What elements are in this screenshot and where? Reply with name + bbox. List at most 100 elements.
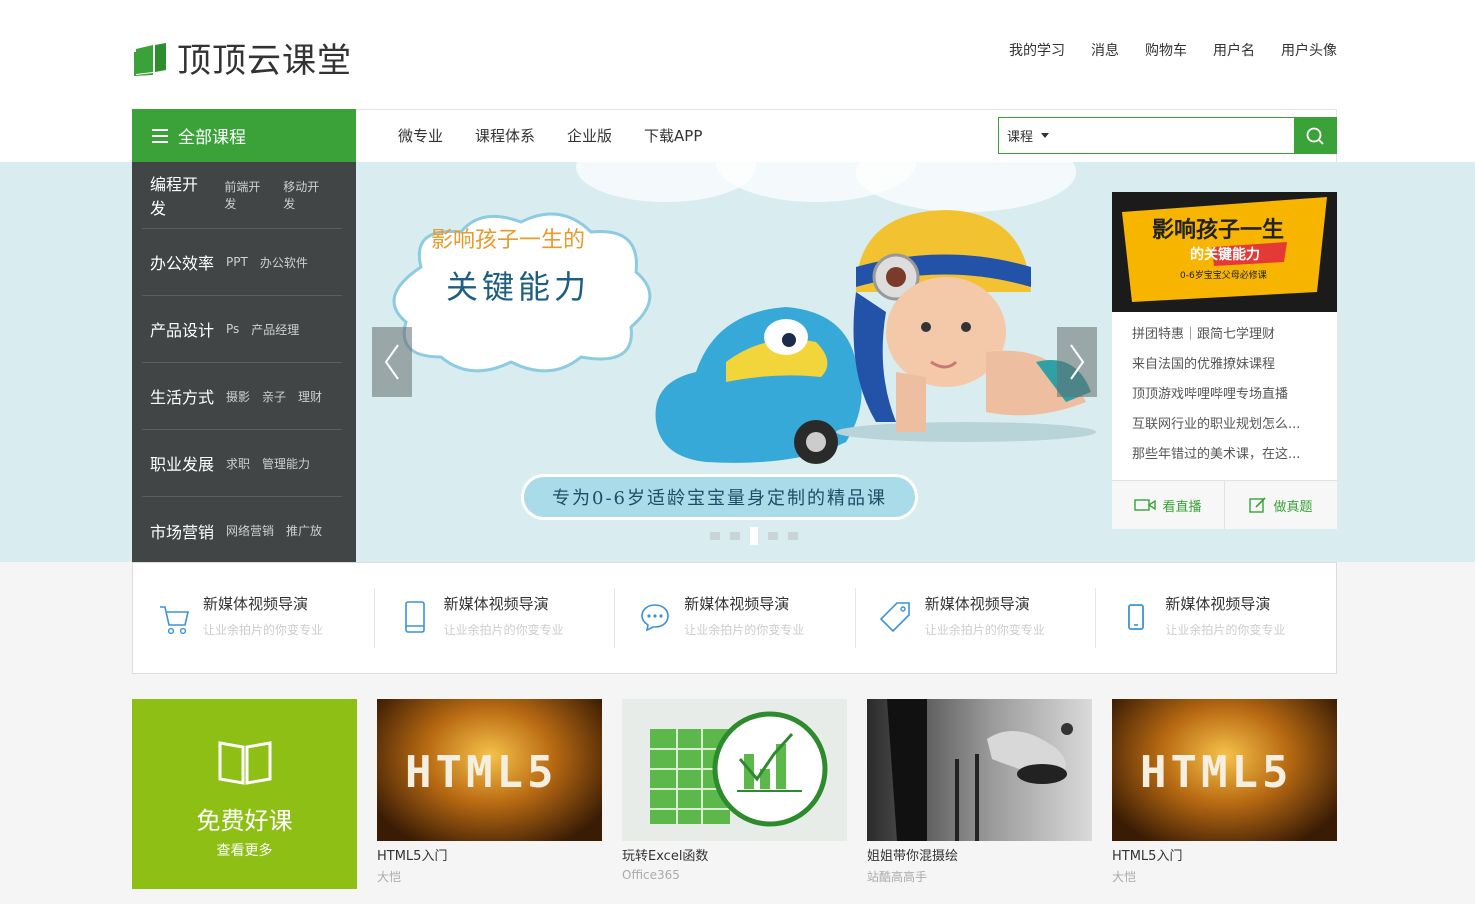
category-menu: 编程开发 前端开发 移动开发 办公效率 PPT 办公软件 产品设计 Ps 产品经… <box>132 162 356 562</box>
category-title: 市场营销 <box>150 522 215 542</box>
messages-link[interactable]: 消息 <box>1091 40 1119 60</box>
feature-desc: 让业余拍片的你变专业 <box>443 623 564 637</box>
subcategory-link[interactable]: 管理能力 <box>262 455 310 472</box>
edit-icon <box>1249 497 1267 513</box>
my-learning-link[interactable]: 我的学习 <box>1009 40 1065 60</box>
nav-course-system[interactable]: 课程体系 <box>475 125 535 146</box>
promo-link[interactable]: 那些年错过的美术课，在这... <box>1132 440 1317 470</box>
subcategory-link[interactable]: 移动开发 <box>283 178 330 212</box>
course-title: HTML5入门 <box>1112 849 1183 864</box>
category-title: 职业发展 <box>150 455 215 474</box>
subcategory-link[interactable]: Ps <box>226 322 239 336</box>
course-card[interactable]: HTML5 HTML5入门 大恺 <box>377 699 602 899</box>
hero-section: 编程开发 前端开发 移动开发 办公效率 PPT 办公软件 产品设计 Ps 产品经… <box>0 162 1475 562</box>
nav-enterprise[interactable]: 企业版 <box>567 125 612 146</box>
promo-actions: 看直播 做真题 <box>1112 480 1337 529</box>
nav-micro-major[interactable]: 微专业 <box>398 125 443 146</box>
all-courses-button[interactable]: 全部课程 <box>132 109 356 162</box>
main-navigation-bar: 全部课程 微专业 课程体系 企业版 下载APP 课程 <box>0 109 1475 162</box>
carousel-dot[interactable] <box>710 532 720 540</box>
course-card[interactable]: 玩转Excel函数 Office365 <box>622 699 847 899</box>
username-link[interactable]: 用户名 <box>1213 40 1255 60</box>
feature-title: 新媒体视频导演 <box>203 595 309 613</box>
course-author: 大恺 <box>1112 870 1137 884</box>
user-nav: 我的学习 消息 购物车 用户名 用户头像 <box>1009 40 1337 60</box>
promo-link[interactable]: 互联网行业的职业规划怎么... <box>1132 410 1317 440</box>
subcategory-link[interactable]: 产品经理 <box>251 321 299 338</box>
feature-item[interactable]: 新媒体视频导演 让业余拍片的你变专业 <box>854 563 1096 673</box>
subcategory-link[interactable]: 理财 <box>298 388 322 405</box>
carousel-dot[interactable] <box>730 532 740 540</box>
category-career[interactable]: 职业发展 求职 管理能力 <box>142 430 342 497</box>
feature-desc: 让业余拍片的你变专业 <box>1165 623 1286 637</box>
video-camera-icon <box>1134 499 1157 511</box>
subcategory-link[interactable]: 前端开发 <box>224 178 271 212</box>
carousel-indicators <box>710 527 798 545</box>
carousel-dot[interactable] <box>788 532 798 540</box>
primary-nav: 微专业 课程体系 企业版 下载APP <box>398 109 702 162</box>
feature-title: 新媒体视频导演 <box>443 595 549 613</box>
subcategory-link[interactable]: 办公软件 <box>260 254 308 271</box>
subcategory-link[interactable]: 推广放 <box>286 522 322 539</box>
subcategory-link[interactable]: 摄影 <box>226 388 250 405</box>
cart-link[interactable]: 购物车 <box>1145 40 1187 60</box>
feature-item[interactable]: 新媒体视频导演 让业余拍片的你变专业 <box>133 563 374 673</box>
subcategory-link[interactable]: 求职 <box>226 455 250 472</box>
cart-icon <box>160 606 190 635</box>
thumbnail-text: HTML5 <box>405 747 558 798</box>
carousel-prev-button[interactable] <box>372 327 412 397</box>
course-card[interactable]: HTML5 HTML5入门 大恺 <box>1112 699 1337 899</box>
promo-panel: 影响孩子一生 的关键能力 0-6岁宝宝父母必修课 拼团特惠｜跟简七学理财 来自法… <box>1112 192 1337 529</box>
promo-link[interactable]: 顶顶游戏哔哩哔哩专场直播 <box>1132 380 1317 410</box>
feature-item[interactable]: 新媒体视频导演 让业余拍片的你变专业 <box>373 563 615 673</box>
category-title: 编程开发 <box>150 175 199 218</box>
menu-icon <box>152 128 168 143</box>
promo-link[interactable]: 来自法国的优雅撩妹课程 <box>1132 350 1317 380</box>
category-lifestyle[interactable]: 生活方式 摄影 亲子 理财 <box>142 363 342 430</box>
avatar-link[interactable]: 用户头像 <box>1281 40 1337 60</box>
banner-headline-2: 关键能力 <box>446 268 591 306</box>
course-title: 姐姐带你混摄绘 <box>867 849 959 864</box>
carousel-next-button[interactable] <box>1057 327 1097 397</box>
course-card[interactable]: 姐姐带你混摄绘 站酷高高手 <box>867 699 1092 899</box>
site-logo[interactable]: 顶顶云课堂 <box>133 33 352 82</box>
carousel-dot-active[interactable] <box>750 527 758 545</box>
search-type-label: 课程 <box>1007 130 1034 145</box>
category-title: 产品设计 <box>150 321 215 340</box>
category-programming[interactable]: 编程开发 前端开发 移动开发 <box>142 162 342 229</box>
promo-image[interactable]: 影响孩子一生 的关键能力 0-6岁宝宝父母必修课 <box>1112 192 1337 312</box>
search-input[interactable] <box>1069 118 1294 153</box>
practice-quiz-button[interactable]: 做真题 <box>1225 481 1337 529</box>
category-title: 生活方式 <box>150 388 215 407</box>
carousel-banner[interactable]: 影响孩子一生的 关键能力 专为0-6岁适龄宝宝量身定制的精品课 <box>356 162 1112 562</box>
photography-image <box>887 699 1073 841</box>
promo-link[interactable]: 拼团特惠｜跟简七学理财 <box>1132 320 1317 350</box>
thumbnail-text: HTML5 <box>1140 747 1293 798</box>
feature-title: 新媒体视频导演 <box>684 595 790 613</box>
all-courses-label: 全部课程 <box>178 128 246 148</box>
category-office[interactable]: 办公效率 PPT 办公软件 <box>142 229 342 296</box>
watch-live-button[interactable]: 看直播 <box>1112 481 1225 529</box>
feature-item[interactable]: 新媒体视频导演 让业余拍片的你变专业 <box>1095 563 1336 673</box>
feature-desc: 让业余拍片的你变专业 <box>684 623 805 637</box>
search-button[interactable] <box>1294 118 1336 153</box>
carousel-dot[interactable] <box>768 532 778 540</box>
feature-item[interactable]: 新媒体视频导演 让业余拍片的你变专业 <box>614 563 855 673</box>
category-marketing[interactable]: 市场营销 网络营销 推广放 <box>142 497 342 562</box>
search-type-select[interactable]: 课程 <box>999 118 1069 153</box>
free-courses-tile[interactable]: 免费好课 查看更多 <box>132 699 357 889</box>
open-book-icon <box>218 741 271 785</box>
top-header: 顶顶云课堂 我的学习 消息 购物车 用户名 用户头像 <box>0 0 1475 109</box>
promo-image-text-2: 的关键能力 <box>1190 247 1260 263</box>
subcategory-link[interactable]: 网络营销 <box>226 522 274 539</box>
category-title: 办公效率 <box>150 254 215 273</box>
subcategory-link[interactable]: PPT <box>226 255 248 269</box>
nav-download-app[interactable]: 下载APP <box>644 125 702 146</box>
view-more-link[interactable]: 查看更多 <box>217 840 273 860</box>
course-author: 站酷高高手 <box>867 870 928 884</box>
subcategory-link[interactable]: 亲子 <box>262 388 286 405</box>
book-logo-icon <box>133 40 169 76</box>
course-thumbnail: HTML5 <box>377 699 602 841</box>
feature-desc: 让业余拍片的你变专业 <box>924 623 1045 637</box>
category-design[interactable]: 产品设计 Ps 产品经理 <box>142 296 342 363</box>
